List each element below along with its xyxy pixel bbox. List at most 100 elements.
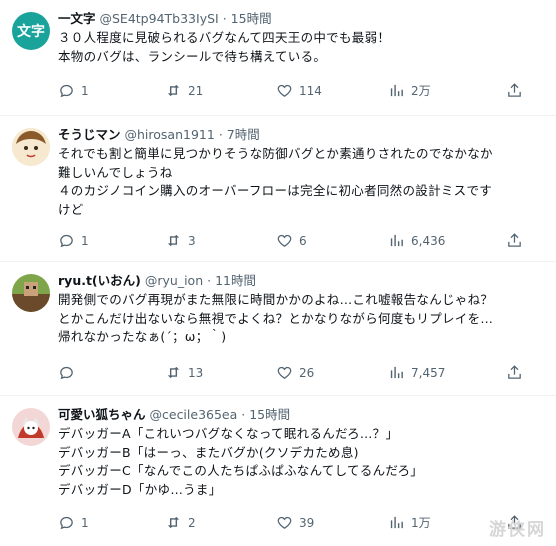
tweet-header: 可愛い狐ちゃん @cecile365ea · 15時間 [58,406,546,423]
avatar-image [12,128,50,166]
heart-icon [277,516,292,529]
tweet-text: それでも割と簡単に見つかりそうな防御バグとか素通りされたのでなかなか 難しいんで… [58,145,546,219]
reply-count: 1 [81,515,89,530]
retweet-icon [167,84,180,97]
timestamp[interactable]: 15時間 [249,407,290,422]
view-count: 1万 [411,516,431,530]
views-chart-icon [390,234,403,247]
avatar[interactable] [12,128,50,166]
views-button[interactable]: 1万 [388,514,431,531]
text-line: 本物のバグは、ランシールで待ち構えている。 [58,48,327,64]
tweet[interactable]: ryu.t(いおん) @ryu_ion · 11時間 開発側でのバグ再現がまた無… [0,262,556,396]
retweet-icon [167,366,180,379]
reply-icon [60,366,73,380]
avatar[interactable] [12,408,50,446]
like-count: 26 [299,365,315,380]
retweet-count: 21 [188,83,204,98]
reply-count: 1 [81,233,89,248]
reply-button[interactable] [58,364,81,381]
share-button[interactable] [506,82,529,99]
heart-icon [277,84,292,97]
views-chart-icon [390,366,403,379]
tweet-text: 開発側でのバグ再現がまた無限に時間かかのよね…これ嘘報告なんじゃね？ とかこんだ… [58,291,546,347]
retweet-button[interactable]: 21 [165,82,203,99]
user-handle[interactable]: @SE4tp94Tb33IySI [100,11,219,26]
retweet-button[interactable]: 2 [165,514,196,531]
avatar-image [12,408,50,446]
separator: · [222,11,227,26]
separator: · [241,407,246,422]
separator: · [207,273,212,288]
view-count: 7,457 [411,365,446,380]
share-icon [508,233,521,247]
like-button[interactable]: 6 [276,232,307,249]
views-button[interactable]: 7,457 [388,364,445,381]
text-line: ４のカジノコイン購入のオーバーフローは完全に初心者同然の設計ミスです [58,183,493,198]
like-count: 39 [299,515,315,530]
tweet-header: ryu.t(いおん) @ryu_ion · 11時間 [58,272,546,289]
user-name[interactable]: 一文字 [58,11,96,26]
text-line: 難しいんでしょうね [58,164,173,180]
retweet-icon [167,516,180,529]
tweet-text: デバッガーA「これいつバグなくなって眠れるんだろ…？」 デバッガーB「はーっ、ま… [58,425,546,499]
user-handle[interactable]: @ryu_ion [145,273,203,288]
reply-icon [60,516,73,530]
views-button[interactable]: 6,436 [388,232,445,249]
view-count: 6,436 [411,233,446,248]
text-line: それでも割と簡単に見つかりそうな防御バグとか素通りされたのでなかなか [58,146,493,161]
user-name[interactable]: ryu.t(いおん) [58,273,141,288]
avatar[interactable] [12,274,50,312]
like-button[interactable]: 39 [276,514,314,531]
avatar[interactable]: 文字 [12,12,50,50]
text-line: デバッガーB「はーっ、またバグか(クソデカため息) [58,444,359,460]
view-count: 2万 [411,84,431,98]
reply-button[interactable]: 1 [58,514,89,531]
reply-button[interactable]: 1 [58,82,89,99]
user-handle[interactable]: @cecile365ea [150,407,238,422]
watermark: 游侠网 [489,520,546,540]
text-line: ３０人程度に見破られるバグなんて四天王の中でも最弱！ [58,30,391,45]
text-line: 帰れなかったなぁ(´；ω；｀) [58,329,227,344]
timestamp[interactable]: 11時間 [215,273,256,288]
share-icon [508,83,521,97]
retweet-count: 3 [188,233,196,248]
tweet-text: ３０人程度に見破られるバグなんて四天王の中でも最弱！ 本物のバグは、ランシールで… [58,29,546,66]
share-button[interactable] [506,232,529,249]
tweet[interactable]: 可愛い狐ちゃん @cecile365ea · 15時間 デバッガーA「これいつバ… [0,396,556,546]
retweet-icon [167,234,180,247]
text-line: けど [58,201,84,217]
separator: · [218,127,223,142]
tweet-header: 一文字 @SE4tp94Tb33IySI · 15時間 [58,10,546,27]
heart-icon [277,366,292,379]
share-button[interactable] [506,364,529,381]
tweet[interactable]: 文字 一文字 @SE4tp94Tb33IySI · 15時間 ３０人程度に見破ら… [0,0,556,116]
reply-icon [60,234,73,248]
timestamp[interactable]: 7時間 [227,127,260,142]
views-chart-icon [390,516,403,529]
text-line: とかこんだけ出ないなら無視でよくね？とかなりながら何度もリプレイを… [58,310,494,326]
share-icon [508,365,521,379]
retweet-button[interactable]: 3 [165,232,196,249]
like-count: 6 [299,233,307,248]
reply-count: 1 [81,83,89,98]
avatar-text: 文字 [17,24,45,40]
retweet-count: 13 [188,365,204,380]
views-button[interactable]: 2万 [388,82,431,99]
like-count: 114 [299,83,322,98]
text-line: デバッガーD「かゆ…うま」 [58,481,222,497]
text-line: 開発側でのバグ再現がまた無限に時間かかのよね…これ嘘報告なんじゃね？ [58,292,494,307]
reply-icon [60,84,73,98]
text-line: デバッガーA「これいつバグなくなって眠れるんだろ…？」 [58,426,399,441]
user-handle[interactable]: @hirosan1911 [125,127,215,142]
like-button[interactable]: 26 [276,364,314,381]
tweet[interactable]: そうじマン @hirosan1911 · 7時間 それでも割と簡単に見つかりそう… [0,116,556,262]
user-name[interactable]: そうじマン [58,127,121,142]
text-line: デバッガーC「なんでこの人たちぱふぱふなんてしてるんだろ」 [58,463,424,478]
avatar-image [12,274,50,312]
user-name[interactable]: 可愛い狐ちゃん [58,407,146,422]
views-chart-icon [390,84,403,97]
retweet-button[interactable]: 13 [165,364,203,381]
timestamp[interactable]: 15時間 [231,11,272,26]
reply-button[interactable]: 1 [58,232,89,249]
like-button[interactable]: 114 [276,82,322,99]
